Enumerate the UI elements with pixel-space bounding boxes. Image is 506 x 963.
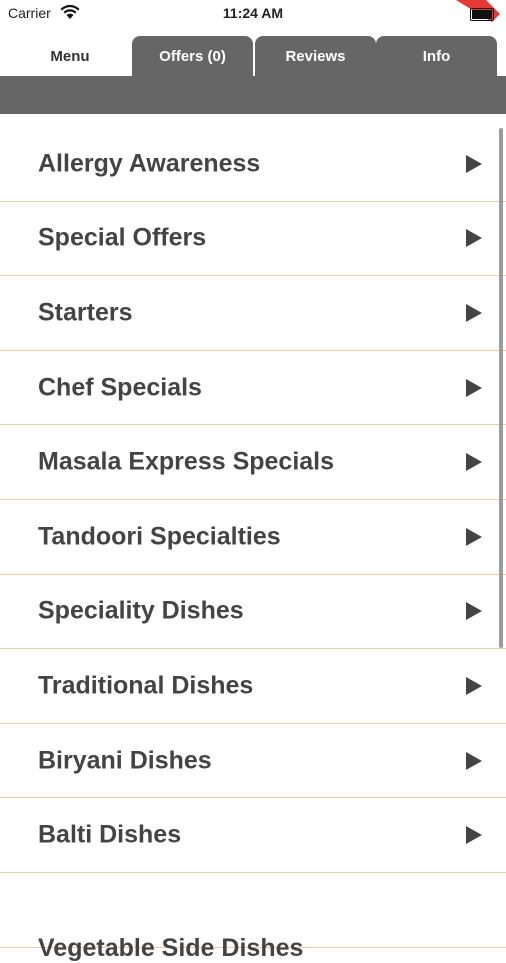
scrollbar[interactable] bbox=[499, 128, 503, 648]
menu-category-item[interactable]: Allergy Awareness bbox=[0, 127, 506, 202]
chevron-right-icon bbox=[466, 826, 482, 845]
menu-category-item[interactable]: Balti Dishes bbox=[0, 798, 506, 873]
chevron-right-icon bbox=[466, 303, 482, 322]
menu-category-item[interactable]: Tandoori Specialties bbox=[0, 500, 506, 575]
menu-category-label: Chef Specials bbox=[38, 373, 202, 402]
menu-category-label: Tandoori Specialties bbox=[38, 522, 281, 551]
menu-category-label: Biryani Dishes bbox=[38, 746, 212, 775]
chevron-right-icon bbox=[466, 676, 482, 695]
status-time: 11:24 AM bbox=[222, 5, 284, 21]
menu-category-label: Vegetable Side Dishes bbox=[38, 933, 304, 962]
chevron-right-icon bbox=[466, 378, 482, 397]
menu-category-item[interactable]: Vegetable Side Dishes bbox=[0, 873, 506, 962]
chevron-right-icon bbox=[466, 154, 482, 173]
tab-reviews[interactable]: Reviews bbox=[255, 36, 376, 76]
chevron-right-icon bbox=[466, 527, 482, 546]
battery-icon bbox=[470, 8, 494, 21]
tab-underbar bbox=[0, 76, 506, 114]
menu-category-item[interactable]: Masala Express Specials bbox=[0, 425, 506, 500]
menu-category-label: Balti Dishes bbox=[38, 820, 182, 849]
menu-category-label: Speciality Dishes bbox=[38, 596, 244, 625]
menu-category-label: Allergy Awareness bbox=[38, 149, 261, 178]
tab-offers[interactable]: Offers (0) bbox=[132, 36, 253, 76]
status-bar: Carrier 11:24 AM bbox=[0, 0, 506, 28]
menu-category-item[interactable]: Special Offers bbox=[0, 202, 506, 277]
tab-info[interactable]: Info bbox=[376, 36, 497, 76]
menu-category-item[interactable]: Traditional Dishes bbox=[0, 649, 506, 724]
menu-category-label: Special Offers bbox=[38, 223, 207, 252]
chevron-right-icon bbox=[466, 602, 482, 621]
menu-category-label: Traditional Dishes bbox=[38, 671, 254, 700]
chevron-right-icon bbox=[466, 229, 482, 248]
menu-category-label: Masala Express Specials bbox=[38, 447, 335, 476]
menu-category-item[interactable]: Starters bbox=[0, 276, 506, 351]
menu-category-list: Allergy Awareness Special Offers Starter… bbox=[0, 127, 506, 962]
chevron-right-icon bbox=[466, 453, 482, 472]
menu-category-item[interactable]: Chef Specials bbox=[0, 351, 506, 426]
menu-category-item[interactable]: Speciality Dishes bbox=[0, 575, 506, 650]
menu-category-label: Starters bbox=[38, 298, 133, 327]
chevron-right-icon bbox=[466, 751, 482, 770]
tab-menu[interactable]: Menu bbox=[8, 36, 132, 76]
menu-category-item[interactable]: Biryani Dishes bbox=[0, 724, 506, 799]
tab-bar: Menu Offers (0) Reviews Info bbox=[0, 34, 506, 76]
